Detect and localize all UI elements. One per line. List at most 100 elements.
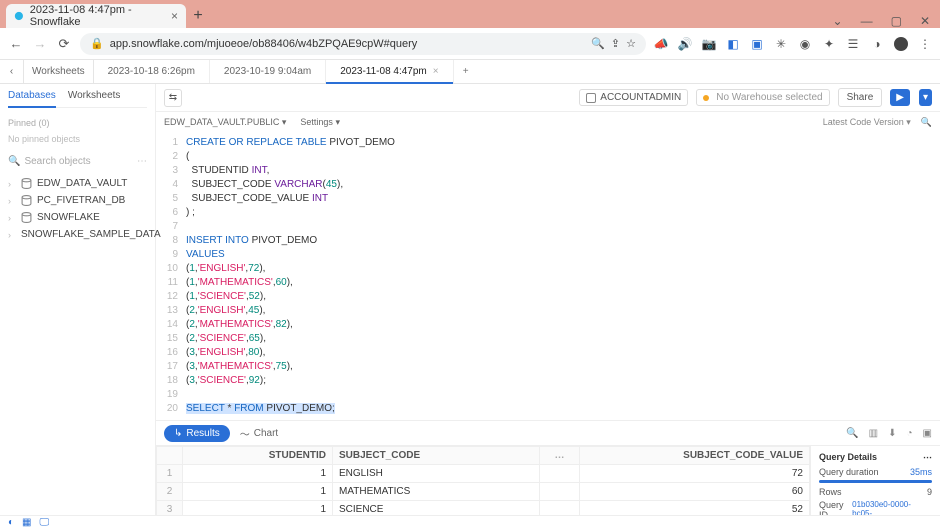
chevron-right-icon: › — [8, 179, 16, 189]
query-id-link[interactable]: 01b030e0-0000-bc05-… — [852, 500, 932, 515]
chevron-right-icon: › — [8, 213, 16, 223]
minimize-icon[interactable]: — — [861, 14, 873, 28]
ext-icon[interactable]: ◉ — [798, 37, 812, 51]
back-icon[interactable]: ← — [8, 36, 24, 52]
url-input[interactable]: 🔒 app.snowflake.com/mjuoeoe/ob88406/w4bZ… — [80, 33, 646, 55]
sidebar-more-icon[interactable]: ⋯ — [137, 156, 147, 167]
sidebar-tab-databases[interactable]: Databases — [8, 90, 56, 108]
ext-icon[interactable]: ✳ — [774, 37, 788, 51]
duration-bar — [819, 480, 932, 483]
forward-icon[interactable]: → — [32, 36, 48, 52]
search-icon: 🔍 — [8, 156, 20, 167]
database-item[interactable]: ›PC_FIVETRAN_DB — [8, 192, 147, 209]
new-tab-button[interactable]: + — [186, 4, 210, 28]
chevron-right-icon: › — [8, 230, 11, 240]
lock-icon: 🔒 — [90, 37, 104, 50]
panel-toggle-button[interactable]: ⇆ — [164, 89, 182, 107]
results-grid[interactable]: STUDENTID SUBJECT_CODE … SUBJECT_CODE_VA… — [156, 446, 810, 515]
context-row: EDW_DATA_VAULT.PUBLIC ▾ Settings ▾ Lates… — [156, 112, 940, 132]
col-header[interactable]: SUBJECT_CODE_VALUE — [580, 447, 810, 465]
database-item[interactable]: ›SNOWFLAKE_SAMPLE_DATA — [8, 226, 147, 243]
status-bar: ◐ ▦ 🖵 — [0, 515, 940, 529]
table-row[interactable]: 3 1 SCIENCE 52 — [157, 501, 810, 516]
clock-icon[interactable]: ◔ — [907, 428, 913, 439]
worksheet-toolbar: ⇆ ACCOUNTADMIN No Warehouse selected Sha… — [156, 84, 940, 112]
worksheets-back-button[interactable]: ‹ — [0, 60, 24, 83]
settings-menu[interactable]: Settings ▾ — [300, 117, 340, 128]
code-version-selector[interactable]: Latest Code Version ▾ — [823, 117, 911, 128]
columns-icon[interactable]: ▥ — [869, 428, 878, 439]
star-icon[interactable]: ☆ — [626, 37, 636, 50]
ext-icon[interactable]: ▣ — [750, 37, 764, 51]
object-explorer-sidebar: Databases Worksheets Pinned (0) No pinne… — [0, 84, 156, 515]
warehouse-selector[interactable]: No Warehouse selected — [696, 89, 829, 106]
download-icon[interactable]: ⬇ — [888, 428, 896, 439]
line-gutter: 1234567891011121314151617181920 — [156, 136, 186, 416]
role-selector[interactable]: ACCOUNTADMIN — [579, 89, 688, 106]
worksheet-tab[interactable]: 2023-10-18 6:26pm — [94, 60, 210, 83]
role-icon — [586, 93, 596, 103]
warehouse-status-icon — [703, 95, 709, 101]
table-row[interactable]: 1 1 ENGLISH 72 — [157, 465, 810, 483]
window-close-icon[interactable]: ✕ — [920, 14, 930, 28]
ext-icon[interactable]: 📷 — [702, 37, 716, 51]
close-icon[interactable]: × — [171, 9, 178, 23]
browser-tab-title: 2023-11-08 4:47pm - Snowflake — [30, 4, 157, 28]
chevron-down-icon[interactable]: ⌄ — [833, 14, 843, 28]
col-header[interactable]: STUDENTID — [183, 447, 333, 465]
tab-results[interactable]: ↳ Results — [164, 425, 230, 442]
address-bar: ← → ⟳ 🔒 app.snowflake.com/mjuoeoe/ob8840… — [0, 28, 940, 60]
reading-list-icon[interactable]: ☰ — [846, 37, 860, 51]
url-text: app.snowflake.com/mjuoeoe/ob88406/w4bZPQ… — [110, 38, 418, 50]
reload-icon[interactable]: ⟳ — [56, 36, 72, 52]
ext-icon[interactable]: ◑ — [870, 37, 884, 51]
add-worksheet-button[interactable]: + — [454, 60, 478, 83]
browser-tab[interactable]: 2023-11-08 4:47pm - Snowflake × — [6, 4, 186, 28]
details-more-icon[interactable]: ⋯ — [923, 452, 932, 463]
close-icon[interactable]: × — [433, 66, 439, 77]
warehouse-label: No Warehouse selected — [716, 92, 822, 103]
tab-chart[interactable]: 〜 Chart — [240, 426, 278, 441]
database-item[interactable]: ›SNOWFLAKE — [8, 209, 147, 226]
ext-icon[interactable]: 🔊 — [678, 37, 692, 51]
sidebar-search[interactable]: 🔍 Search objects ⋯ — [8, 156, 147, 167]
database-item[interactable]: ›EDW_DATA_VAULT — [8, 175, 147, 192]
status-icon[interactable]: ◐ — [8, 517, 14, 528]
table-row[interactable]: 2 1 MATHEMATICS 60 — [157, 483, 810, 501]
profile-icon[interactable] — [894, 37, 908, 51]
search-code-icon[interactable]: 🔍 — [921, 117, 932, 128]
run-dropdown[interactable]: ▾ — [919, 89, 932, 106]
share-url-icon[interactable]: ⇪ — [611, 37, 620, 50]
browser-tab-strip: 2023-11-08 4:47pm - Snowflake × + ⌄ — ▢ … — [0, 0, 940, 28]
status-icon[interactable]: 🖵 — [40, 517, 50, 528]
ext-icon[interactable]: ◧ — [726, 37, 740, 51]
maximize-icon[interactable]: ▢ — [891, 14, 902, 28]
no-pinned-text: No pinned objects — [8, 134, 147, 144]
extensions-icon[interactable]: ✦ — [822, 37, 836, 51]
col-overflow[interactable]: … — [540, 447, 580, 465]
expand-icon[interactable]: ▣ — [923, 428, 932, 439]
schema-selector[interactable]: EDW_DATA_VAULT.PUBLIC ▾ — [164, 117, 286, 128]
search-placeholder: Search objects — [24, 156, 90, 167]
details-title: Query Details — [819, 452, 877, 463]
result-search-icon[interactable]: 🔍 — [846, 428, 858, 439]
worksheet-tab[interactable]: 2023-11-08 4:47pm× — [326, 60, 453, 83]
worksheet-tab[interactable]: 2023-10-19 9:04am — [210, 60, 326, 83]
run-button[interactable]: ▶ — [890, 89, 910, 106]
worksheet-tab-bar: ‹ Worksheets 2023-10-18 6:26pm2023-10-19… — [0, 60, 940, 84]
worksheets-label[interactable]: Worksheets — [24, 60, 94, 83]
sql-editor[interactable]: 1234567891011121314151617181920 CREATE O… — [156, 132, 940, 420]
share-button[interactable]: Share — [838, 88, 883, 107]
ext-icon[interactable]: 📣 — [654, 37, 668, 51]
pinned-header: Pinned (0) — [8, 118, 147, 128]
status-icon[interactable]: ▦ — [22, 517, 31, 528]
zoom-icon[interactable]: 🔍 — [591, 37, 605, 50]
code-body[interactable]: CREATE OR REPLACE TABLE PIVOT_DEMO ( STU… — [186, 136, 940, 416]
menu-icon[interactable]: ⋮ — [918, 37, 932, 51]
col-header[interactable]: SUBJECT_CODE — [333, 447, 540, 465]
database-icon — [21, 178, 32, 189]
row-number-header — [157, 447, 183, 465]
sidebar-tab-worksheets[interactable]: Worksheets — [68, 90, 121, 101]
role-label: ACCOUNTADMIN — [600, 92, 681, 103]
database-icon — [21, 195, 32, 206]
